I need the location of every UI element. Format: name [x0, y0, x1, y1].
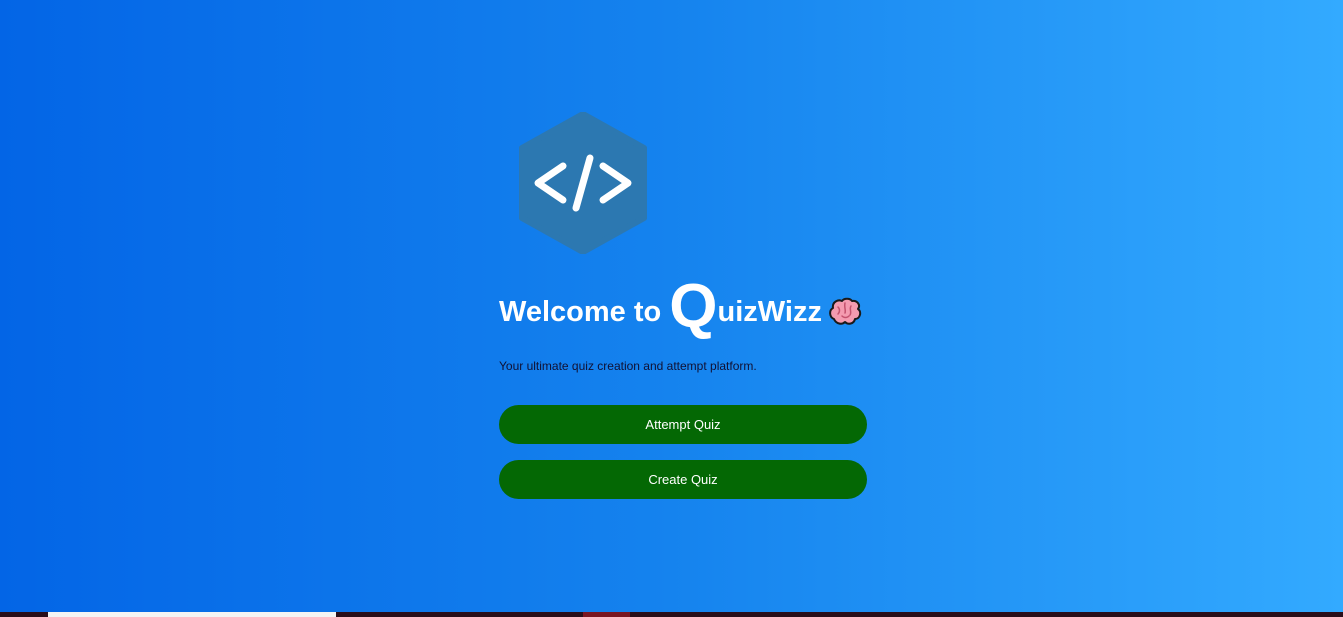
page-title: Welcome to QuizWizz: [499, 276, 862, 338]
taskbar-segment-highlight[interactable]: [583, 612, 630, 617]
page-subtitle: Your ultimate quiz creation and attempt …: [499, 359, 757, 373]
brain-icon: [829, 297, 862, 325]
title-big-letter: Q: [669, 272, 718, 341]
taskbar-segment-active[interactable]: [48, 612, 336, 617]
create-quiz-button[interactable]: Create Quiz: [499, 460, 867, 499]
taskbar: [0, 612, 1343, 617]
title-prefix: Welcome to: [499, 296, 670, 328]
attempt-quiz-button[interactable]: Attempt Quiz: [499, 405, 867, 444]
landing-page: Welcome to QuizWizz Your ultimate quiz c…: [0, 0, 1343, 612]
title-brand: uizWizz: [717, 296, 822, 328]
code-logo-icon: [519, 112, 647, 254]
